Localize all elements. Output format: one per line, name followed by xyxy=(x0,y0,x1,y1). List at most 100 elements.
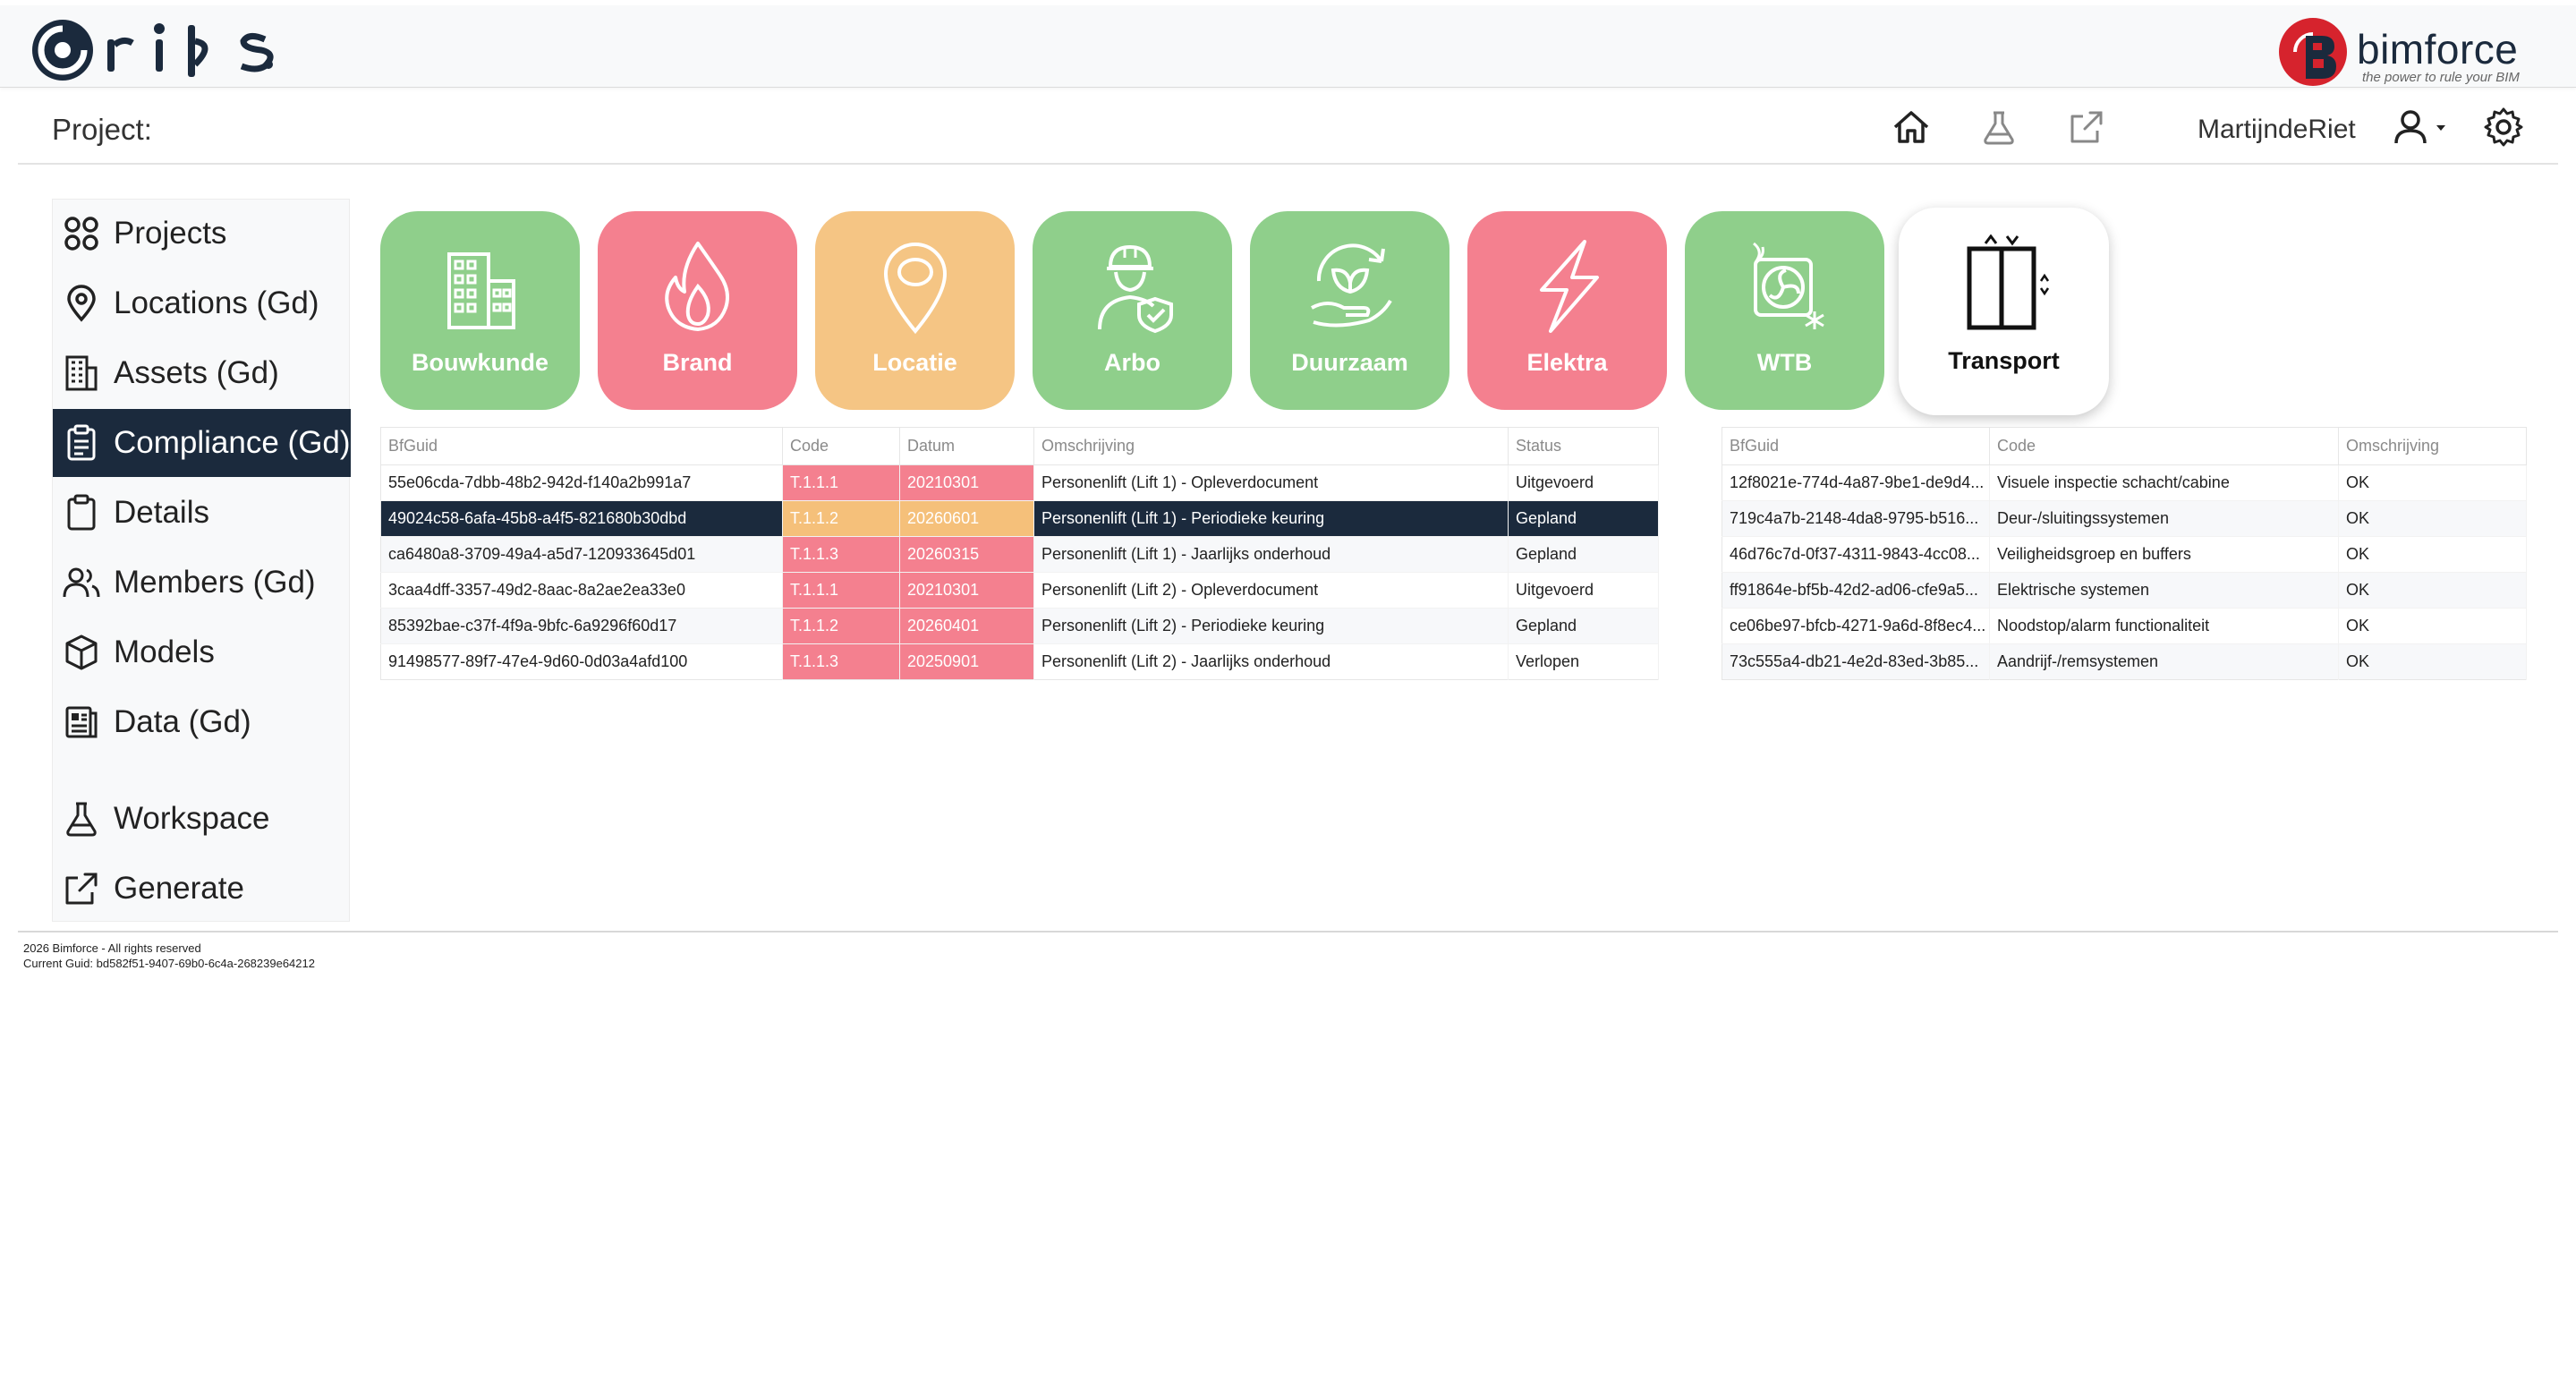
category-label: Arbo xyxy=(1104,349,1160,376)
sidebar-item-generate[interactable]: Generate xyxy=(53,855,351,923)
username[interactable]: MartijndeRiet xyxy=(2198,115,2356,145)
external-link-icon[interactable] xyxy=(2065,106,2108,149)
top-header: bimforce the power to rule your BIM xyxy=(0,5,2576,88)
category-tile-arbo[interactable]: Arbo xyxy=(1033,211,1232,410)
sidebar-item-label: Compliance (Gd) xyxy=(114,425,351,460)
table-row[interactable]: 719c4a7b-2148-4da8-9795-b516... Deur-/sl… xyxy=(1722,500,2527,537)
cell-omschrijving: OK xyxy=(2338,572,2527,609)
sidebar-item-locations[interactable]: Locations (Gd) xyxy=(53,269,351,337)
cell-status: Gepland xyxy=(1508,536,1659,573)
category-label: Bouwkunde xyxy=(412,349,548,376)
elevator-icon xyxy=(1967,234,2049,330)
table-header: BfGuid Code Omschrijving xyxy=(1722,427,2527,465)
cell-guid: ce06be97-bfcb-4271-9a6d-8f8ec4... xyxy=(1722,608,1990,644)
building-icon xyxy=(65,355,98,391)
cell-status: Gepland xyxy=(1508,608,1659,644)
cube-icon xyxy=(65,634,98,670)
column-header[interactable]: Status xyxy=(1508,427,1659,465)
flask-icon[interactable] xyxy=(1977,106,2020,149)
location-pin-icon xyxy=(67,285,96,322)
cell-code: T.1.1.1 xyxy=(782,464,900,501)
bimforce-logo-icon xyxy=(2279,18,2347,86)
category-tile-brand[interactable]: Brand xyxy=(598,211,797,410)
column-header[interactable]: Omschrijving xyxy=(1033,427,1509,465)
table-row[interactable]: 46d76c7d-0f37-4311-9843-4cc08... Veiligh… xyxy=(1722,536,2527,573)
project-bar: Project: MartijndeRiet xyxy=(18,88,2558,165)
cell-datum: 20210301 xyxy=(899,572,1034,609)
cell-status: Verlopen xyxy=(1508,643,1659,680)
cell-code: Veiligheidsgroep en buffers xyxy=(1989,536,2339,573)
table-row[interactable]: 91498577-89f7-47e4-9d60-0d03a4afd100 T.1… xyxy=(380,643,1659,680)
category-label: Locatie xyxy=(872,349,957,376)
external-link-icon xyxy=(65,873,98,905)
category-tile-wtb[interactable]: WTB xyxy=(1685,211,1884,410)
caret-down-icon[interactable] xyxy=(2434,106,2448,149)
category-tile-transport[interactable]: Transport xyxy=(1899,208,2109,415)
bimforce-name: bimforce xyxy=(2357,26,2519,72)
cell-omschrijving: Personenlift (Lift 1) - Jaarlijks onderh… xyxy=(1033,536,1509,573)
lightning-icon xyxy=(1539,240,1599,333)
category-tile-bouwkunde[interactable]: Bouwkunde xyxy=(380,211,580,410)
cell-guid: ca6480a8-3709-49a4-a5d7-120933645d01 xyxy=(380,536,783,573)
cell-guid: 91498577-89f7-47e4-9d60-0d03a4afd100 xyxy=(380,643,783,680)
column-header[interactable]: Omschrijving xyxy=(2338,427,2527,465)
column-header[interactable]: Code xyxy=(1989,427,2339,465)
building-icon xyxy=(446,252,515,329)
sidebar-item-assets[interactable]: Assets (Gd) xyxy=(53,339,351,407)
cell-guid: 46d76c7d-0f37-4311-9843-4cc08... xyxy=(1722,536,1990,573)
rips-logo[interactable] xyxy=(25,13,293,84)
cell-omschrijving: Personenlift (Lift 2) - Jaarlijks onderh… xyxy=(1033,643,1509,680)
fan-icon xyxy=(1752,242,1824,329)
table-row[interactable]: 12f8021e-774d-4a87-9be1-de9d4... Visuele… xyxy=(1722,464,2527,501)
worker-icon xyxy=(1097,244,1173,334)
table-row[interactable]: ca6480a8-3709-49a4-a5d7-120933645d01 T.1… xyxy=(380,536,1659,573)
table-row[interactable]: ce06be97-bfcb-4271-9a6d-8f8ec4... Noodst… xyxy=(1722,608,2527,644)
cell-datum: 20210301 xyxy=(899,464,1034,501)
cell-status: Uitgevoerd xyxy=(1508,464,1659,501)
sidebar-item-label: Generate xyxy=(114,871,244,906)
sidebar-item-projects[interactable]: Projects xyxy=(53,200,351,268)
category-label: Transport xyxy=(1948,347,2060,374)
cell-datum: 20260315 xyxy=(899,536,1034,573)
table-row[interactable]: 55e06cda-7dbb-48b2-942d-f140a2b991a7 T.1… xyxy=(380,464,1659,501)
cell-code: T.1.1.3 xyxy=(782,643,900,680)
cell-code: T.1.1.2 xyxy=(782,608,900,644)
cell-omschrijving: Personenlift (Lift 2) - Opleverdocument xyxy=(1033,572,1509,609)
gear-icon[interactable] xyxy=(2482,106,2525,149)
sidebar-item-members[interactable]: Members (Gd) xyxy=(53,549,351,617)
table-header: BfGuid Code Datum Omschrijving Status xyxy=(380,427,1659,465)
sidebar-item-label: Locations (Gd) xyxy=(114,285,319,320)
column-header[interactable]: Datum xyxy=(899,427,1034,465)
sidebar-item-models[interactable]: Models xyxy=(53,618,351,686)
category-label: Duurzaam xyxy=(1291,349,1408,376)
cell-datum: 20250901 xyxy=(899,643,1034,680)
sidebar-item-label: Members (Gd) xyxy=(114,565,316,600)
cell-code: Elektrische systemen xyxy=(1989,572,2339,609)
cell-code: Aandrijf-/remsystemen xyxy=(1989,643,2339,680)
table-row-selected[interactable]: 49024c58-6afa-45b8-a4f5-821680b30dbd T.1… xyxy=(380,500,1659,537)
project-label: Project: xyxy=(52,113,152,146)
table-row[interactable]: ff91864e-bf5b-42d2-ad06-cfe9a5... Elektr… xyxy=(1722,572,2527,609)
sidebar-item-compliance[interactable]: Compliance (Gd) xyxy=(53,409,351,477)
cell-guid: 3caa4dff-3357-49d2-8aac-8a2ae2ea33e0 xyxy=(380,572,783,609)
column-header[interactable]: Code xyxy=(782,427,900,465)
category-tile-locatie[interactable]: Locatie xyxy=(815,211,1015,410)
cell-datum: 20260401 xyxy=(899,608,1034,644)
category-tile-duurzaam[interactable]: Duurzaam xyxy=(1250,211,1450,410)
column-header[interactable]: BfGuid xyxy=(380,427,783,465)
home-icon[interactable] xyxy=(1890,106,1933,149)
category-tile-elektra[interactable]: Elektra xyxy=(1467,211,1667,410)
fire-icon xyxy=(664,242,729,331)
table-row[interactable]: 3caa4dff-3357-49d2-8aac-8a2ae2ea33e0 T.1… xyxy=(380,572,1659,609)
table-row[interactable]: 73c555a4-db21-4e2d-83ed-3b85... Aandrijf… xyxy=(1722,643,2527,680)
data-icon xyxy=(65,706,98,738)
column-header[interactable]: BfGuid xyxy=(1722,427,1990,465)
leaf-hand-icon xyxy=(1310,243,1392,328)
sidebar-item-details[interactable]: Details xyxy=(53,479,351,547)
bimforce-logo[interactable]: bimforce the power to rule your BIM xyxy=(2272,13,2540,93)
table-row[interactable]: 85392bae-c37f-4f9a-9bfc-6a9296f60d17 T.1… xyxy=(380,608,1659,644)
user-icon[interactable] xyxy=(2389,106,2432,149)
sidebar-item-data[interactable]: Data (Gd) xyxy=(53,688,351,756)
sidebar-item-workspace[interactable]: Workspace xyxy=(53,785,351,853)
sidebar-item-label: Assets (Gd) xyxy=(114,355,279,390)
